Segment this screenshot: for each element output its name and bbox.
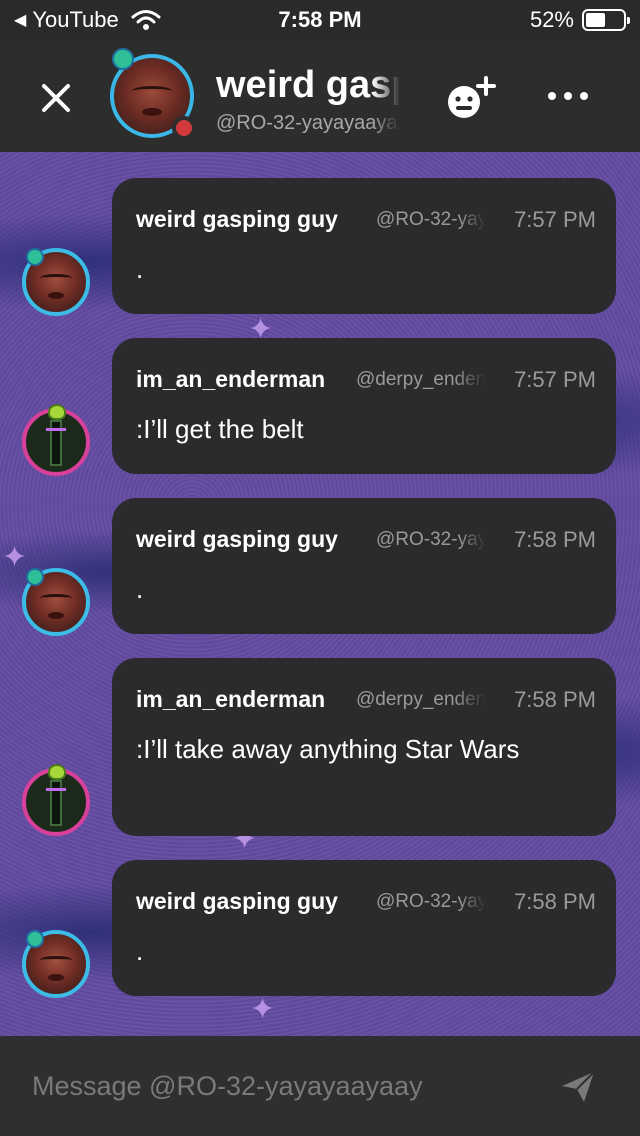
status-bar: ◀ YouTube 7:58 PM 52% bbox=[0, 0, 640, 40]
message-handle: @derpy_enderman bbox=[356, 369, 486, 390]
avatar-badge-icon bbox=[26, 930, 44, 948]
dm-header: weird gasping guy @RO-32-yayayaayaay bbox=[0, 40, 640, 152]
message-time: 7:57 PM bbox=[514, 207, 596, 232]
sparkle-decoration: ✦ bbox=[2, 540, 28, 575]
avatar-badge-icon bbox=[26, 568, 44, 586]
more-icon[interactable] bbox=[546, 86, 590, 106]
message-bubble[interactable]: im_an_enderman @derpy_enderman 7:58 PM :… bbox=[112, 658, 616, 836]
battery-icon bbox=[582, 9, 630, 31]
message-bubble[interactable]: im_an_enderman @derpy_enderman 7:57 PM :… bbox=[112, 338, 616, 474]
message-time: 7:57 PM bbox=[514, 367, 596, 392]
message-author[interactable]: im_an_enderman bbox=[136, 366, 325, 393]
message-bubble[interactable]: weird gasping guy @RO-32-yayayaayaay 7:5… bbox=[112, 178, 616, 314]
message-header: im_an_enderman @derpy_enderman 7:58 PM bbox=[136, 686, 596, 716]
message-time: 7:58 PM bbox=[514, 527, 596, 552]
avatar-badge-icon bbox=[112, 48, 134, 70]
message-text: . bbox=[136, 254, 144, 284]
user-handle: @RO-32-yayayaayaay bbox=[216, 112, 400, 134]
avatar-badge-icon bbox=[26, 248, 44, 266]
avatar[interactable] bbox=[22, 404, 90, 476]
close-icon[interactable] bbox=[36, 78, 76, 118]
message-text: :I’ll take away anything Star Wars bbox=[136, 734, 520, 764]
avatar-badge-icon bbox=[48, 404, 66, 420]
message-header: weird gasping guy @RO-32-yayayaayaay 7:5… bbox=[136, 206, 596, 236]
sparkle-decoration: ✦ bbox=[250, 992, 276, 1027]
message-text: . bbox=[136, 936, 144, 966]
message-header: weird gasping guy @RO-32-yayayaayaay 7:5… bbox=[136, 888, 596, 918]
avatar[interactable] bbox=[22, 568, 90, 636]
message-input[interactable] bbox=[32, 1064, 532, 1108]
avatar-badge-icon bbox=[48, 764, 66, 780]
message-author[interactable]: weird gasping guy bbox=[136, 888, 338, 915]
message-bubble[interactable]: weird gasping guy @RO-32-yayayaayaay 7:5… bbox=[112, 498, 616, 634]
avatar[interactable] bbox=[22, 248, 90, 316]
message-time: 7:58 PM bbox=[514, 889, 596, 914]
message-time: 7:58 PM bbox=[514, 687, 596, 712]
message-author[interactable]: weird gasping guy bbox=[136, 526, 338, 553]
message-handle: @RO-32-yayayaayaay bbox=[376, 891, 486, 912]
page-title[interactable]: weird gasping guy bbox=[216, 64, 400, 107]
message-bubble[interactable]: weird gasping guy @RO-32-yayayaayaay 7:5… bbox=[112, 860, 616, 996]
battery-status: 52% bbox=[529, 7, 630, 33]
battery-percent: 52% bbox=[529, 7, 574, 32]
message-list[interactable]: ✦ ✦ ✦ ✦ weird gasping guy @RO-32-yayayaa… bbox=[0, 152, 640, 1036]
message-author[interactable]: weird gasping guy bbox=[136, 206, 338, 233]
composer bbox=[0, 1036, 640, 1136]
message-header: weird gasping guy @RO-32-yayayaayaay 7:5… bbox=[136, 526, 596, 556]
message-text: . bbox=[136, 574, 144, 604]
battery-fill bbox=[586, 13, 605, 27]
avatar[interactable] bbox=[22, 930, 90, 998]
message-handle: @derpy_enderman bbox=[356, 689, 486, 710]
message-text: :I’ll get the belt bbox=[136, 414, 304, 444]
message-author[interactable]: im_an_enderman bbox=[136, 686, 325, 713]
status-indicator bbox=[172, 116, 196, 140]
send-icon[interactable] bbox=[558, 1066, 598, 1106]
message-handle: @RO-32-yayayaayaay bbox=[376, 529, 486, 550]
message-handle: @RO-32-yayayaayaay bbox=[376, 209, 486, 230]
add-friend-icon[interactable] bbox=[444, 74, 500, 122]
message-header: im_an_enderman @derpy_enderman 7:57 PM bbox=[136, 366, 596, 396]
avatar[interactable] bbox=[22, 764, 90, 836]
